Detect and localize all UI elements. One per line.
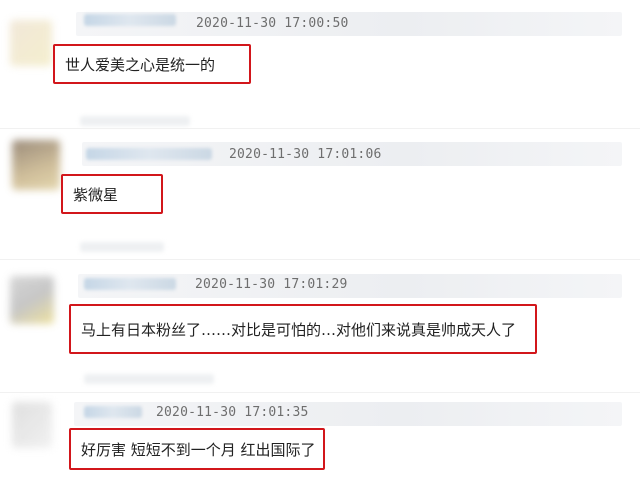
comment-item: 2020-11-30 17:01:06 紫微星 — [0, 130, 640, 252]
timestamp: 2020-11-30 17:00:50 — [196, 16, 349, 31]
avatar[interactable] — [10, 20, 52, 66]
comment-item: 2020-11-30 17:01:35 好厉害 短短不到一个月 红出国际了 — [0, 394, 640, 491]
comment-actions[interactable] — [80, 242, 164, 252]
comment-text-highlight: 紫微星 — [61, 174, 163, 214]
username[interactable] — [86, 148, 212, 160]
timestamp: 2020-11-30 17:01:06 — [229, 147, 382, 162]
comment-text: 紫微星 — [73, 185, 119, 204]
timestamp: 2020-11-30 17:01:29 — [195, 277, 348, 292]
avatar[interactable] — [12, 140, 60, 190]
comment-text-highlight: 马上有日本粉丝了……对比是可怕的…对他们来说真是帅成天人了 — [69, 304, 537, 354]
comment-text: 世人爱美之心是统一的 — [65, 55, 216, 74]
divider — [0, 259, 640, 260]
username[interactable] — [84, 14, 176, 26]
comment-text-highlight: 好厉害 短短不到一个月 红出国际了 — [69, 428, 325, 470]
comment-item: 2020-11-30 17:00:50 世人爱美之心是统一的 — [0, 0, 640, 126]
timestamp: 2020-11-30 17:01:35 — [156, 405, 309, 420]
comment-text-highlight: 世人爱美之心是统一的 — [53, 44, 251, 84]
avatar[interactable] — [12, 402, 52, 448]
comment-text: 好厉害 短短不到一个月 红出国际了 — [81, 440, 316, 459]
username[interactable] — [84, 406, 142, 418]
comment-text: 马上有日本粉丝了……对比是可怕的…对他们来说真是帅成天人了 — [81, 320, 517, 339]
username[interactable] — [84, 278, 176, 290]
avatar[interactable] — [10, 276, 54, 324]
divider — [0, 392, 640, 393]
comment-actions[interactable] — [80, 116, 190, 126]
comment-item: 2020-11-30 17:01:29 马上有日本粉丝了……对比是可怕的…对他们… — [0, 262, 640, 394]
divider — [0, 128, 640, 129]
comment-actions[interactable] — [84, 374, 214, 384]
